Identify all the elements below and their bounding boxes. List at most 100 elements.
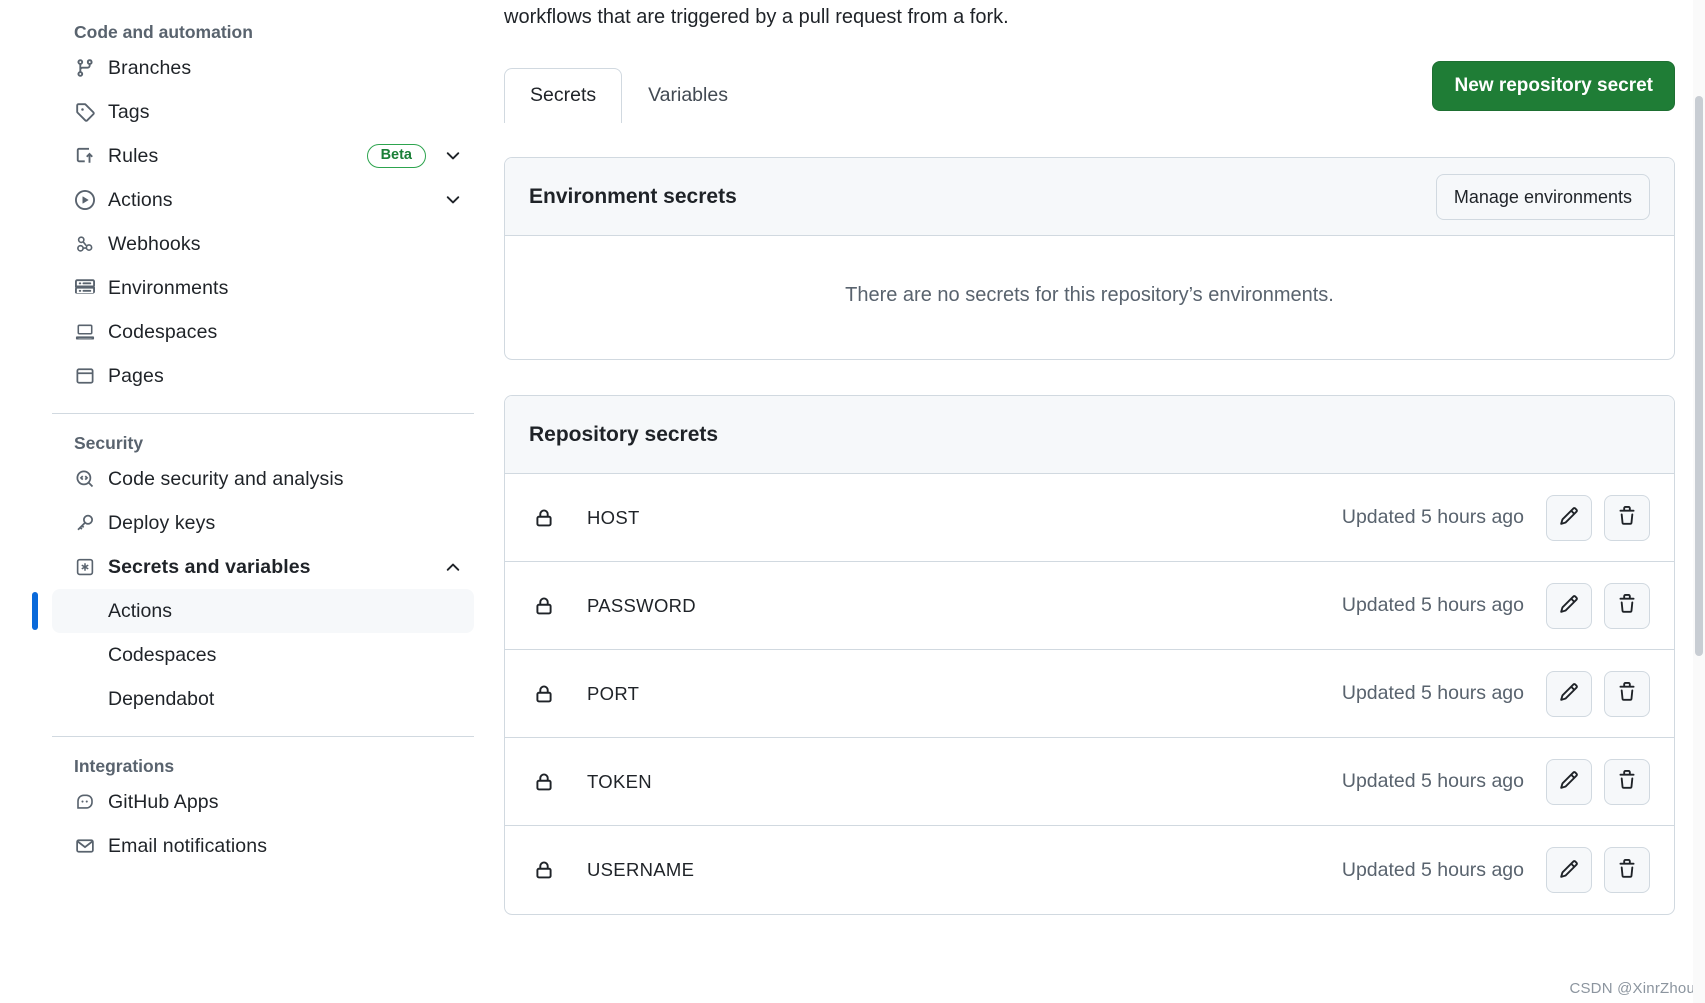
tabs-row: Secrets Variables New repository secret: [504, 61, 1675, 123]
chevron-up-icon[interactable]: [442, 556, 464, 578]
sidebar-item-pages[interactable]: Pages: [52, 354, 474, 398]
table-row: PORT Updated 5 hours ago: [505, 650, 1674, 738]
tab-variables[interactable]: Variables: [622, 68, 754, 123]
sidebar-item-label: Actions: [108, 188, 173, 211]
lock-icon: [532, 770, 556, 794]
delete-secret-button[interactable]: [1604, 758, 1650, 805]
sidebar-item-label: Secrets and variables: [108, 555, 311, 578]
table-row: PASSWORD Updated 5 hours ago: [505, 562, 1674, 650]
sidebar-subitem-label: Codespaces: [108, 643, 217, 666]
pencil-icon: [1559, 859, 1579, 882]
repository-secrets-card: Repository secrets HOST Updated 5 hours …: [504, 395, 1675, 915]
edit-secret-button[interactable]: [1546, 847, 1592, 893]
sidebar-item-code-security-and-analysis[interactable]: Code security and analysis: [52, 457, 474, 501]
sidebar-item-label: Pages: [108, 364, 164, 387]
sidebar-item-label: Environments: [108, 276, 229, 299]
sidebar-divider: [52, 413, 474, 414]
edit-secret-button[interactable]: [1546, 494, 1592, 541]
chevron-down-icon[interactable]: [442, 189, 464, 211]
key-icon: [74, 512, 96, 534]
github-settings-page: Code and automation Branches Tags Rules: [0, 0, 1705, 1003]
nav-group-title-integrations: Integrations: [74, 756, 175, 776]
pencil-icon: [1559, 594, 1579, 617]
tag-icon: [74, 101, 96, 123]
sidebar-item-label: Email notifications: [108, 834, 268, 857]
trash-icon: [1617, 682, 1637, 705]
github-apps-icon: [74, 791, 96, 813]
secret-updated-timestamp: Updated 5 hours ago: [1341, 770, 1524, 792]
manage-environments-button[interactable]: Manage environments: [1435, 173, 1650, 220]
sidebar-item-deploy-keys[interactable]: Deploy keys: [52, 501, 474, 545]
nav-group-title-code-and-automation: Code and automation: [74, 22, 253, 42]
sidebar-item-environments[interactable]: Environments: [52, 266, 474, 310]
table-row: TOKEN Updated 5 hours ago: [505, 738, 1674, 826]
delete-secret-button[interactable]: [1604, 847, 1650, 893]
page-scrollbar[interactable]: [1693, 0, 1705, 1003]
mail-icon: [74, 835, 96, 857]
server-icon: [74, 277, 96, 299]
sidebar-item-rules[interactable]: Rules Beta: [52, 134, 474, 178]
lock-icon: [532, 594, 556, 618]
delete-secret-button[interactable]: [1604, 670, 1650, 717]
delete-secret-button[interactable]: [1604, 582, 1650, 629]
trash-icon: [1617, 770, 1637, 793]
environment-secrets-header: Environment secrets Manage environments: [505, 158, 1674, 236]
sidebar-item-webhooks[interactable]: Webhooks: [52, 222, 474, 266]
repository-secrets-header: Repository secrets: [505, 396, 1674, 474]
secret-name: TOKEN: [587, 770, 652, 792]
table-row: HOST Updated 5 hours ago: [505, 474, 1674, 562]
code-scan-icon: [74, 468, 96, 490]
nav-group-security: Security Code security and analysis Depl…: [0, 429, 500, 721]
sidebar-subitem-codespaces[interactable]: Codespaces: [52, 633, 474, 677]
browser-icon: [74, 365, 96, 387]
environment-secrets-title: Environment secrets: [529, 184, 737, 208]
sidebar-item-secrets-and-variables[interactable]: Secrets and variables: [52, 545, 474, 589]
nav-group-integrations: Integrations GitHub Apps Email notificat…: [0, 752, 500, 868]
lock-icon: [532, 858, 556, 882]
sidebar-item-actions[interactable]: Actions: [52, 178, 474, 222]
sidebar-item-label: Code security and analysis: [108, 467, 344, 490]
environment-secrets-card: Environment secrets Manage environments …: [504, 157, 1675, 360]
delete-secret-button[interactable]: [1604, 494, 1650, 541]
play-circle-icon: [74, 189, 96, 211]
sidebar-item-label: Tags: [108, 100, 150, 123]
pencil-icon: [1559, 770, 1579, 793]
secret-updated-timestamp: Updated 5 hours ago: [1341, 506, 1524, 528]
sidebar-item-label: GitHub Apps: [108, 790, 219, 813]
sidebar-item-codespaces[interactable]: Codespaces: [52, 310, 474, 354]
chevron-down-icon[interactable]: [442, 145, 464, 167]
sidebar-item-github-apps[interactable]: GitHub Apps: [52, 780, 474, 824]
git-branch-icon: [74, 57, 96, 79]
settings-sidebar: Code and automation Branches Tags Rules: [0, 0, 500, 1003]
intro-paragraph: workflows that are triggered by a pull r…: [504, 6, 1009, 28]
sidebar-item-label: Webhooks: [108, 232, 201, 255]
tab-secrets[interactable]: Secrets: [504, 68, 623, 123]
sidebar-subitem-label: Actions: [108, 599, 172, 622]
sidebar-item-label: Branches: [108, 56, 192, 79]
secret-updated-timestamp: Updated 5 hours ago: [1341, 682, 1524, 704]
nav-group-title-security: Security: [74, 433, 144, 453]
trash-icon: [1617, 594, 1637, 617]
table-row: USERNAME Updated 5 hours ago: [505, 826, 1674, 914]
secret-updated-timestamp: Updated 5 hours ago: [1341, 594, 1524, 616]
tabs: Secrets Variables: [504, 67, 754, 123]
sidebar-item-tags[interactable]: Tags: [52, 90, 474, 134]
sidebar-item-label: Deploy keys: [108, 511, 216, 534]
sidebar-item-branches[interactable]: Branches: [52, 46, 474, 90]
beta-badge: Beta: [366, 143, 426, 169]
sidebar-subitem-dependabot[interactable]: Dependabot: [52, 677, 474, 721]
sidebar-item-label: Rules: [108, 144, 159, 167]
lock-icon: [532, 682, 556, 706]
sidebar-subitem-actions[interactable]: Actions: [32, 589, 474, 633]
new-repository-secret-button[interactable]: New repository secret: [1432, 61, 1675, 111]
secret-name: HOST: [587, 506, 640, 528]
sidebar-item-email-notifications[interactable]: Email notifications: [52, 824, 474, 868]
edit-secret-button[interactable]: [1546, 758, 1592, 805]
rules-icon: [74, 145, 96, 167]
codespaces-icon: [74, 321, 96, 343]
scrollbar-thumb[interactable]: [1695, 96, 1703, 656]
sidebar-subitem-label: Dependabot: [108, 687, 215, 710]
secret-updated-timestamp: Updated 5 hours ago: [1341, 858, 1524, 881]
edit-secret-button[interactable]: [1546, 582, 1592, 629]
edit-secret-button[interactable]: [1546, 670, 1592, 717]
